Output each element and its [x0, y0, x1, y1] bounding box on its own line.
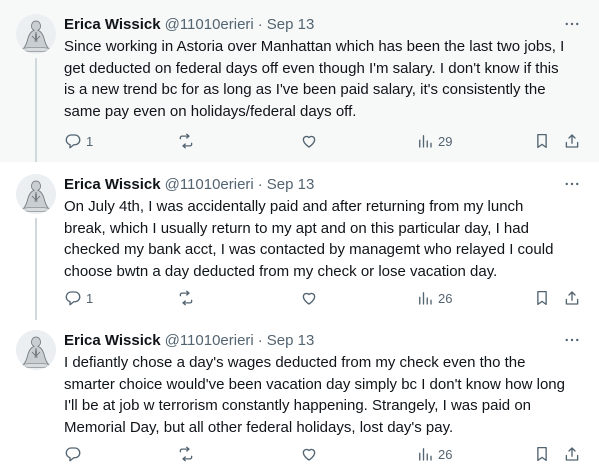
like-button[interactable] [300, 288, 318, 308]
author-name[interactable]: Erica Wissick [64, 16, 161, 33]
share-icon [565, 291, 579, 305]
avatar[interactable] [16, 330, 56, 370]
reply-count: 1 [86, 133, 94, 149]
share-icon [565, 134, 579, 148]
tweet-actions: 1 29 [64, 131, 584, 151]
tweet-text: I defiantly chose a day's wages deducted… [64, 354, 565, 436]
tweet-text: Since working in Astoria over Manhattan … [64, 38, 565, 120]
tweet-actions: 26 [64, 444, 584, 464]
more-icon[interactable] [561, 177, 583, 191]
separator-dot: · [257, 175, 263, 193]
reply-count: 1 [86, 290, 94, 306]
tweet-date[interactable]: Sep 13 [267, 16, 315, 33]
author-handle[interactable]: @11010erieri [165, 332, 254, 349]
share-icon [565, 447, 579, 461]
tweet-date[interactable]: Sep 13 [267, 176, 315, 193]
retweet-icon [179, 133, 193, 149]
like-button[interactable] [300, 131, 318, 151]
praying-figure-icon [16, 14, 56, 54]
bookmark-icon [537, 290, 547, 306]
views-icon [419, 135, 432, 148]
praying-figure-icon [16, 330, 56, 370]
author-name[interactable]: Erica Wissick [64, 176, 161, 193]
reply-icon [65, 447, 81, 462]
bookmark-icon [537, 133, 547, 149]
tweet-3[interactable]: Erica Wissick @11010erieri · Sep 13 I de… [0, 320, 599, 476]
bookmark-button[interactable] [533, 131, 551, 151]
retweet-button[interactable] [177, 131, 195, 151]
bookmark-icon [537, 446, 547, 462]
view-count: 26 [438, 290, 453, 306]
views-button[interactable]: 26 [416, 288, 452, 308]
more-icon[interactable] [561, 333, 583, 347]
reply-icon [65, 134, 81, 149]
bookmark-button[interactable] [533, 288, 551, 308]
avatar[interactable] [16, 14, 56, 54]
share-button[interactable] [563, 444, 581, 464]
thread-connector-line [35, 218, 37, 320]
reply-button[interactable]: 1 [64, 131, 93, 151]
retweet-button[interactable] [177, 288, 195, 308]
share-button[interactable] [563, 131, 581, 151]
retweet-icon [179, 290, 193, 306]
views-icon [419, 292, 432, 305]
bookmark-button[interactable] [533, 444, 551, 464]
tweet-1[interactable]: Erica Wissick @11010erieri · Sep 13 Sinc… [0, 0, 599, 162]
views-button[interactable]: 26 [416, 444, 452, 464]
tweet-actions: 1 26 [64, 288, 584, 308]
like-icon [302, 292, 316, 305]
views-icon [419, 448, 432, 461]
like-icon [302, 135, 316, 148]
tweet-header: Erica Wissick @11010erieri · Sep 13 [64, 329, 314, 351]
separator-dot: · [257, 331, 263, 349]
tweet-2[interactable]: Erica Wissick @11010erieri · Sep 13 On J… [0, 162, 599, 320]
share-button[interactable] [563, 288, 581, 308]
reply-button[interactable]: 1 [64, 288, 93, 308]
reply-button[interactable] [64, 444, 86, 464]
separator-dot: · [257, 15, 263, 33]
view-count: 26 [438, 446, 453, 462]
author-handle[interactable]: @11010erieri [165, 176, 254, 193]
tweet-text: On July 4th, I was accidentally paid and… [64, 198, 554, 280]
views-button[interactable]: 29 [416, 131, 452, 151]
tweet-date[interactable]: Sep 13 [267, 332, 315, 349]
like-button[interactable] [300, 444, 318, 464]
retweet-button[interactable] [177, 444, 195, 464]
reply-icon [65, 291, 81, 306]
tweet-header: Erica Wissick @11010erieri · Sep 13 [64, 173, 314, 195]
author-name[interactable]: Erica Wissick [64, 332, 161, 349]
author-handle[interactable]: @11010erieri [165, 16, 254, 33]
like-icon [302, 448, 316, 461]
avatar[interactable] [16, 174, 56, 214]
retweet-icon [179, 446, 193, 462]
more-icon[interactable] [561, 17, 583, 31]
view-count: 29 [438, 133, 453, 149]
praying-figure-icon [16, 174, 56, 214]
tweet-thread: Erica Wissick @11010erieri · Sep 13 Sinc… [0, 0, 599, 476]
thread-connector-line [35, 58, 37, 162]
tweet-header: Erica Wissick @11010erieri · Sep 13 [64, 13, 314, 35]
